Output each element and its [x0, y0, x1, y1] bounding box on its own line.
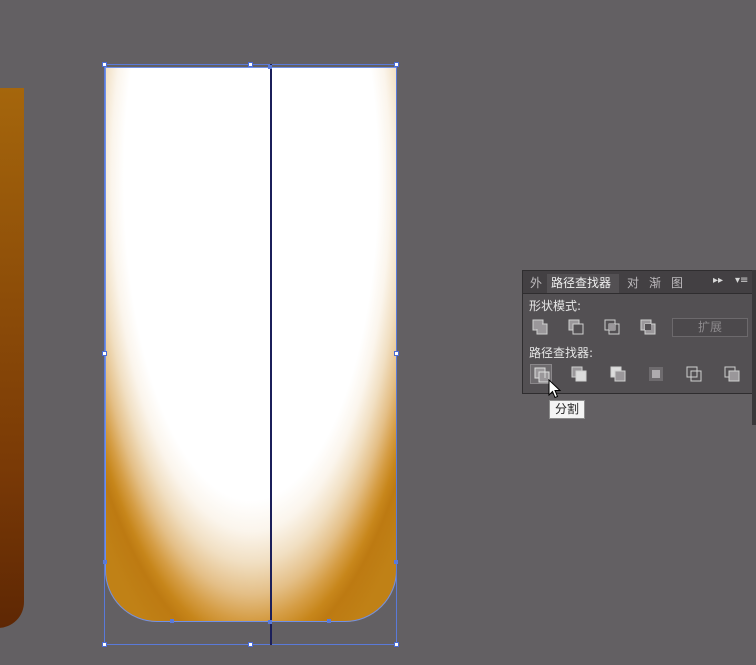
- minus-back-icon[interactable]: [721, 364, 743, 384]
- anchor-point[interactable]: [268, 620, 272, 624]
- anchor-point[interactable]: [103, 560, 107, 564]
- center-path-line[interactable]: [270, 64, 272, 645]
- tab-pathfinder[interactable]: 路径查找器: [547, 274, 619, 293]
- handle-bottom-left[interactable]: [102, 642, 107, 647]
- unite-icon[interactable]: [529, 317, 551, 337]
- divide-tooltip: 分割: [549, 400, 586, 419]
- intersect-icon[interactable]: [601, 317, 623, 337]
- handle-top-left[interactable]: [102, 62, 107, 67]
- tab-graphic-styles[interactable]: 图: [671, 274, 683, 293]
- handle-top-center[interactable]: [248, 62, 253, 67]
- left-partial-shape[interactable]: [0, 88, 24, 628]
- minus-front-icon[interactable]: [565, 317, 587, 337]
- anchor-point[interactable]: [394, 560, 398, 564]
- selection-bounding-box: [104, 64, 397, 645]
- exclude-icon[interactable]: [637, 317, 659, 337]
- handle-top-right[interactable]: [394, 62, 399, 67]
- anchor-point[interactable]: [170, 619, 174, 623]
- panel-dock-edge: [752, 270, 756, 425]
- handle-middle-right[interactable]: [394, 351, 399, 356]
- merge-icon[interactable]: [607, 364, 629, 384]
- collapse-panel-icon[interactable]: ▸▸: [713, 275, 723, 286]
- outline-icon[interactable]: [683, 364, 705, 384]
- anchor-point[interactable]: [327, 619, 331, 623]
- anchor-point[interactable]: [268, 65, 272, 69]
- handle-bottom-right[interactable]: [394, 642, 399, 647]
- tab-appearance[interactable]: 外: [530, 274, 542, 293]
- expand-button[interactable]: 扩展: [672, 318, 748, 337]
- panel-menu-icon[interactable]: ▾≡: [735, 275, 748, 286]
- tab-gradient[interactable]: 渐: [649, 274, 661, 293]
- trim-icon[interactable]: [568, 364, 590, 384]
- pathfinders-label: 路径查找器:: [529, 346, 594, 360]
- handle-bottom-center[interactable]: [248, 642, 253, 647]
- crop-icon[interactable]: [645, 364, 667, 384]
- tab-align[interactable]: 对: [627, 274, 639, 293]
- shape-modes-label: 形状模式:: [529, 299, 582, 313]
- pathfinder-panel: 外 路径查找器 对 渐 图 ▸▸ ▾≡ 形状模式: 扩展 路径查找器:: [522, 270, 756, 394]
- panel-tab-bar: 外 路径查找器 对 渐 图 ▸▸ ▾≡: [523, 271, 755, 294]
- handle-middle-left[interactable]: [102, 351, 107, 356]
